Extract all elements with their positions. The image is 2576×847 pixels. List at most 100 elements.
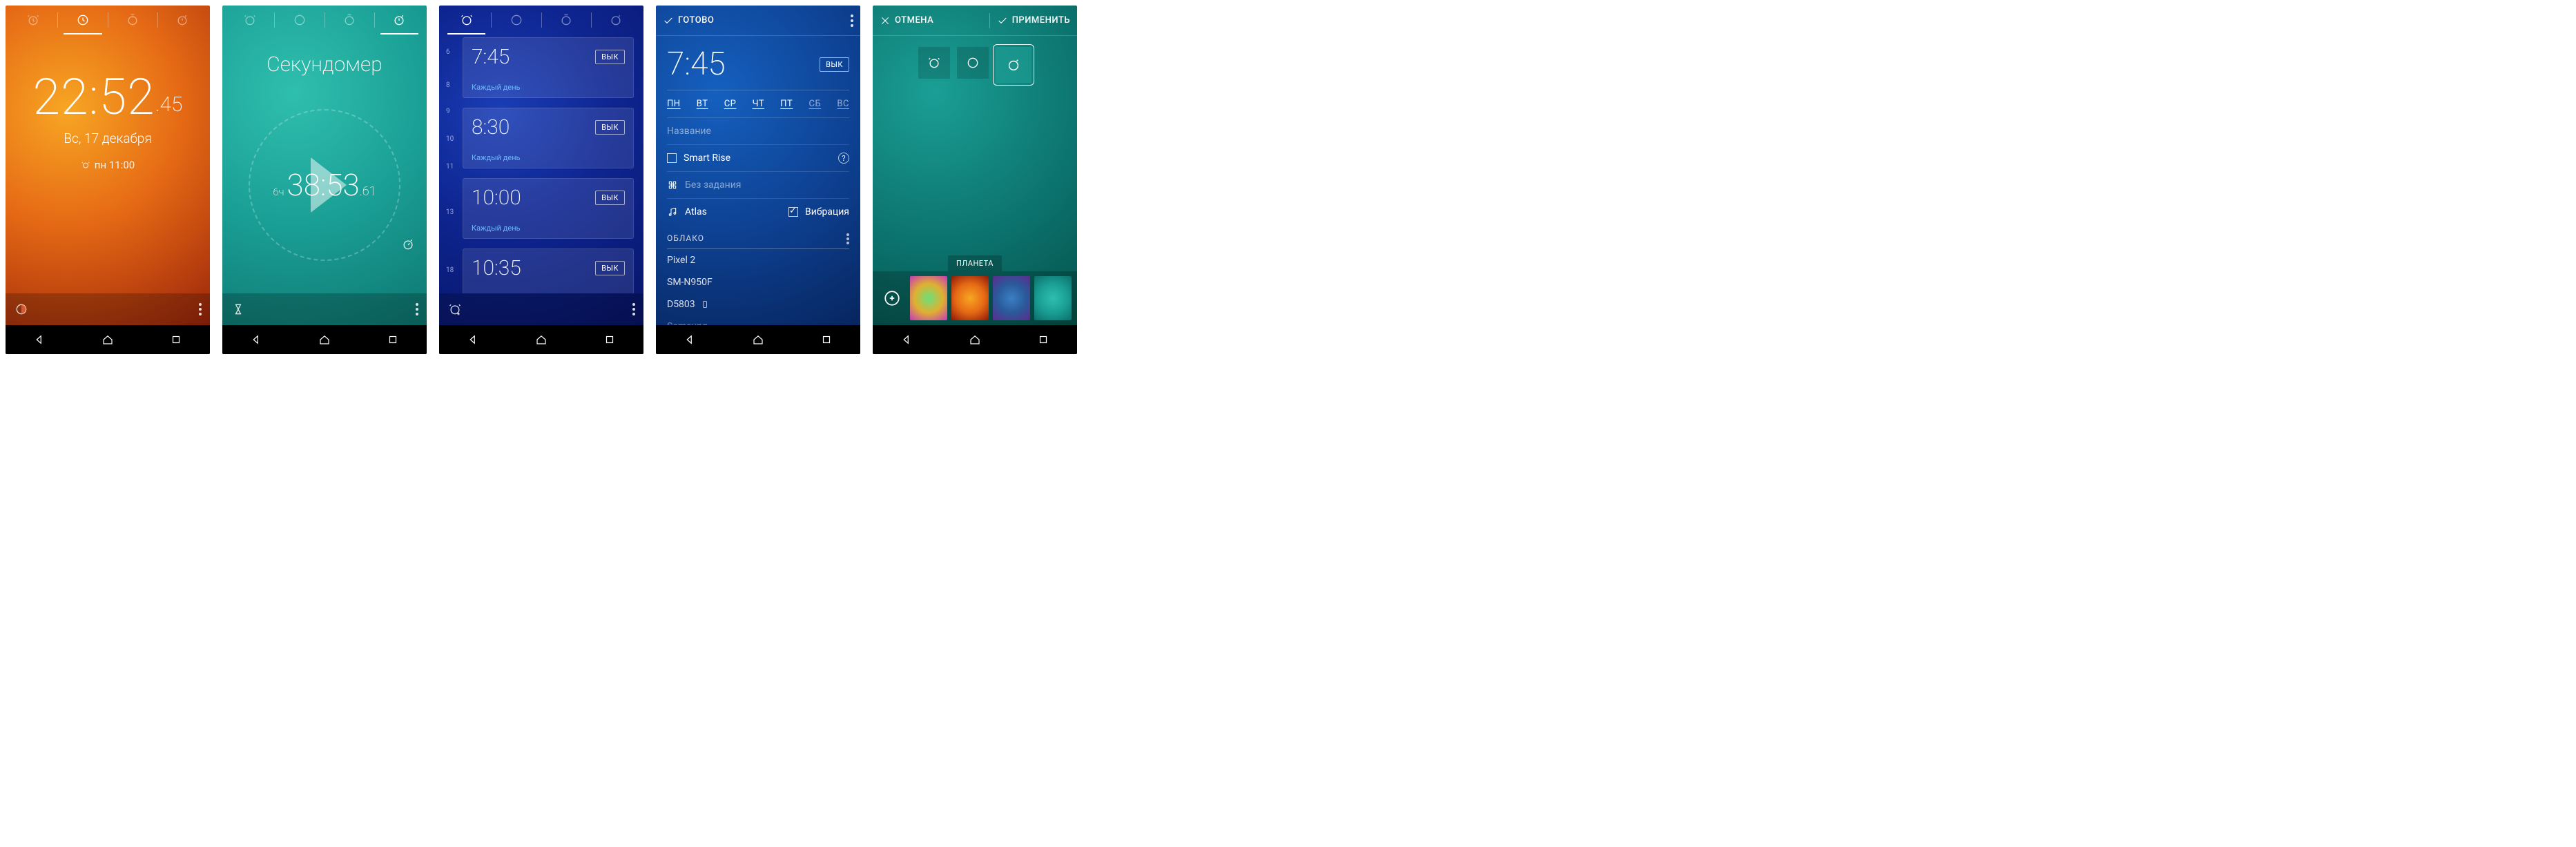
nav-home[interactable] xyxy=(969,333,981,346)
tab-alarm[interactable] xyxy=(8,6,57,35)
apply-button[interactable]: ПРИМЕНИТЬ xyxy=(997,15,1070,26)
dial[interactable]: 6ч 38:53 .61 xyxy=(249,109,400,261)
checkbox-icon[interactable] xyxy=(667,153,677,163)
help-icon[interactable]: ? xyxy=(838,153,849,164)
time-hhmm: 22:52 xyxy=(33,68,155,126)
day-mon[interactable]: ПН xyxy=(667,99,681,109)
hourglass-button[interactable] xyxy=(231,302,246,317)
bottom-toolbar xyxy=(6,293,210,325)
smart-rise-row[interactable]: Smart Rise ? xyxy=(667,145,849,172)
alarm-time: 8:30 xyxy=(472,115,510,139)
screen-alarm-edit: ГОТОВО 7:45 ВЫК ПН ВТ СР ЧТ ПТ СБ ВС Наз… xyxy=(656,6,860,354)
custom-color-button[interactable] xyxy=(878,284,906,312)
add-alarm-button[interactable] xyxy=(447,302,463,317)
preview-stopwatch[interactable] xyxy=(996,47,1032,83)
overflow-menu[interactable] xyxy=(851,14,853,27)
alarm-toggle[interactable]: ВЫК xyxy=(820,57,849,72)
overflow-menu[interactable] xyxy=(199,303,202,315)
nav-back[interactable] xyxy=(684,333,696,346)
next-alarm-text: пн 11:00 xyxy=(95,159,135,171)
tab-alarm[interactable] xyxy=(442,6,491,35)
puzzle-icon xyxy=(667,179,678,191)
nav-home[interactable] xyxy=(535,333,548,346)
task-row[interactable]: Без задания xyxy=(667,172,849,199)
theme-button[interactable] xyxy=(14,302,29,317)
device-item[interactable]: Samsung xyxy=(667,315,849,325)
day-sat[interactable]: СБ xyxy=(809,99,822,109)
tab-timer[interactable] xyxy=(325,6,374,35)
sw-centi: .61 xyxy=(360,184,376,199)
sw-hours: 6ч xyxy=(273,186,284,198)
clock-display: 22:52 .45 Вс, 17 декабря пн 11:00 xyxy=(6,35,210,293)
screen-theme: ОТМЕНА ПРИМЕНИТЬ ПЛАНЕТА xyxy=(873,6,1077,354)
time-ruler: 6 8 9 10 11 13 18 24 xyxy=(446,39,460,293)
nav-recent[interactable] xyxy=(387,333,399,346)
lap-button[interactable] xyxy=(400,237,416,252)
tab-clock[interactable] xyxy=(275,6,324,35)
vibration-toggle[interactable]: Вибрация xyxy=(788,206,849,217)
tab-stopwatch[interactable] xyxy=(158,6,207,35)
alarm-toggle[interactable]: ВЫК xyxy=(595,191,625,205)
screen-stopwatch: Секундомер 6ч 38:53 .61 xyxy=(222,6,427,354)
cloud-overflow[interactable] xyxy=(846,233,849,244)
overflow-menu[interactable] xyxy=(416,303,418,315)
tab-stopwatch[interactable] xyxy=(375,6,424,35)
done-button[interactable]: ГОТОВО xyxy=(663,15,714,26)
next-alarm[interactable]: пн 11:00 xyxy=(81,159,135,171)
android-navbar xyxy=(439,325,643,354)
nav-recent[interactable] xyxy=(170,333,182,346)
overflow-menu[interactable] xyxy=(632,303,635,315)
alarm-toggle[interactable]: ВЫК xyxy=(595,120,625,135)
alarm-card[interactable]: 10:35 ВЫК xyxy=(463,249,634,293)
check-icon xyxy=(663,15,674,26)
tab-alarm[interactable] xyxy=(225,6,274,35)
device-item[interactable]: D5803 xyxy=(667,293,849,315)
stopwatch-title: Секундомер xyxy=(222,52,427,77)
nav-recent[interactable] xyxy=(603,333,616,346)
edit-header: ГОТОВО xyxy=(656,6,860,36)
preview-clock[interactable] xyxy=(957,47,989,79)
nav-back[interactable] xyxy=(250,333,262,346)
day-sun[interactable]: ВС xyxy=(837,99,849,109)
theme-swatch[interactable] xyxy=(1034,276,1072,320)
nav-recent[interactable] xyxy=(1037,333,1049,346)
theme-swatch[interactable] xyxy=(951,276,989,320)
day-fri[interactable]: ПТ xyxy=(780,99,793,109)
tab-stopwatch[interactable] xyxy=(592,6,641,35)
name-field[interactable]: Название xyxy=(667,118,849,145)
nav-back[interactable] xyxy=(33,333,46,346)
day-tue[interactable]: ВТ xyxy=(697,99,708,109)
day-wed[interactable]: СР xyxy=(724,99,737,109)
alarm-toggle[interactable]: ВЫК xyxy=(595,50,625,64)
alarm-repeat: Каждый день xyxy=(472,153,625,162)
nav-home[interactable] xyxy=(101,333,114,346)
tab-clock[interactable] xyxy=(492,6,541,35)
device-item[interactable]: SM-N950F xyxy=(667,271,849,293)
theme-swatch[interactable] xyxy=(910,276,947,320)
tab-timer[interactable] xyxy=(542,6,591,35)
theme-strip xyxy=(873,271,1077,325)
cancel-button[interactable]: ОТМЕНА xyxy=(880,15,933,26)
nav-recent[interactable] xyxy=(820,333,833,346)
time-seconds: .45 xyxy=(155,93,183,117)
alarm-card[interactable]: 10:00 ВЫК Каждый день xyxy=(463,178,634,239)
nav-back[interactable] xyxy=(900,333,913,346)
nav-home[interactable] xyxy=(752,333,764,346)
check-icon xyxy=(997,15,1008,26)
device-item[interactable]: Pixel 2 xyxy=(667,249,849,271)
preview-alarm[interactable] xyxy=(918,47,950,79)
nav-back[interactable] xyxy=(467,333,479,346)
day-thu[interactable]: ЧТ xyxy=(753,99,764,109)
sound-row[interactable]: Atlas Вибрация xyxy=(667,199,849,225)
nav-home[interactable] xyxy=(318,333,331,346)
alarm-time: 7:45 xyxy=(472,45,510,69)
alarm-card[interactable]: 7:45 ВЫК Каждый день xyxy=(463,37,634,98)
alarm-toggle[interactable]: ВЫК xyxy=(595,261,625,275)
theme-category-tab[interactable]: ПЛАНЕТА xyxy=(948,255,1002,271)
tab-timer[interactable] xyxy=(108,6,157,35)
tab-clock[interactable] xyxy=(58,6,107,35)
edit-time-row[interactable]: 7:45 ВЫК xyxy=(667,43,849,90)
theme-swatch[interactable] xyxy=(993,276,1030,320)
top-tabs xyxy=(439,6,643,35)
alarm-card[interactable]: 8:30 ВЫК Каждый день xyxy=(463,108,634,168)
